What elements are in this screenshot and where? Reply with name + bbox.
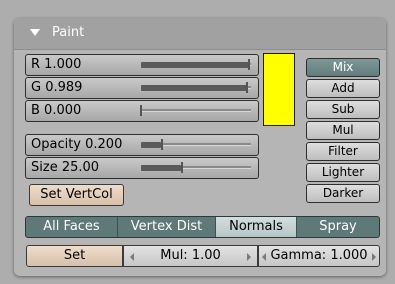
g-slider-label: G 0.989 <box>31 80 83 95</box>
blend-filter-button[interactable]: Filter <box>306 142 380 161</box>
gamma-value: Gamma: 1.000 <box>270 248 368 263</box>
blend-add-button[interactable]: Add <box>306 79 380 98</box>
gamma-number-field[interactable]: Gamma: 1.000 <box>258 245 380 267</box>
increment-arrow-icon[interactable] <box>372 253 376 261</box>
increment-arrow-icon[interactable] <box>247 253 251 261</box>
size-slider-knob[interactable] <box>181 162 183 173</box>
set-vertcol-button[interactable]: Set VertCol <box>29 184 124 206</box>
size-slider-fill <box>141 165 181 171</box>
mode-tabbar: All Faces Vertex Dist Normals Spray <box>25 216 380 238</box>
tab-all-faces[interactable]: All Faces <box>26 217 118 237</box>
opacity-slider-knob[interactable] <box>161 139 163 150</box>
blend-sub-button[interactable]: Sub <box>306 100 380 119</box>
panel-title: Paint <box>52 25 85 40</box>
decrement-arrow-icon[interactable] <box>262 253 266 261</box>
r-slider-knob[interactable] <box>248 59 250 70</box>
size-slider-label: Size 25.00 <box>31 160 100 175</box>
triangle-down-icon[interactable] <box>30 29 40 36</box>
tab-vertex-dist[interactable]: Vertex Dist <box>118 217 216 237</box>
b-slider-label: B 0.000 <box>31 103 82 118</box>
opacity-slider-label: Opacity 0.200 <box>31 137 123 152</box>
r-slider-label: R 1.000 <box>31 57 82 72</box>
r-slider-fill <box>141 62 249 68</box>
b-slider-knob[interactable] <box>140 105 142 116</box>
opacity-slider-fill <box>141 142 161 148</box>
blend-darker-button[interactable]: Darker <box>306 184 380 203</box>
set-button[interactable]: Set <box>26 245 123 267</box>
g-slider-knob[interactable] <box>246 82 248 93</box>
b-slider-track <box>141 109 251 112</box>
mul-number-field[interactable]: Mul: 1.00 <box>123 245 258 267</box>
g-slider-fill <box>141 85 247 91</box>
tab-normals[interactable]: Normals <box>216 217 297 237</box>
blend-mul-button[interactable]: Mul <box>306 121 380 140</box>
blend-lighter-button[interactable]: Lighter <box>306 163 380 182</box>
mul-value: Mul: 1.00 <box>160 248 221 263</box>
color-swatch[interactable] <box>263 53 295 126</box>
blend-mix-button[interactable]: Mix <box>306 58 380 77</box>
tab-spray[interactable]: Spray <box>297 217 379 237</box>
